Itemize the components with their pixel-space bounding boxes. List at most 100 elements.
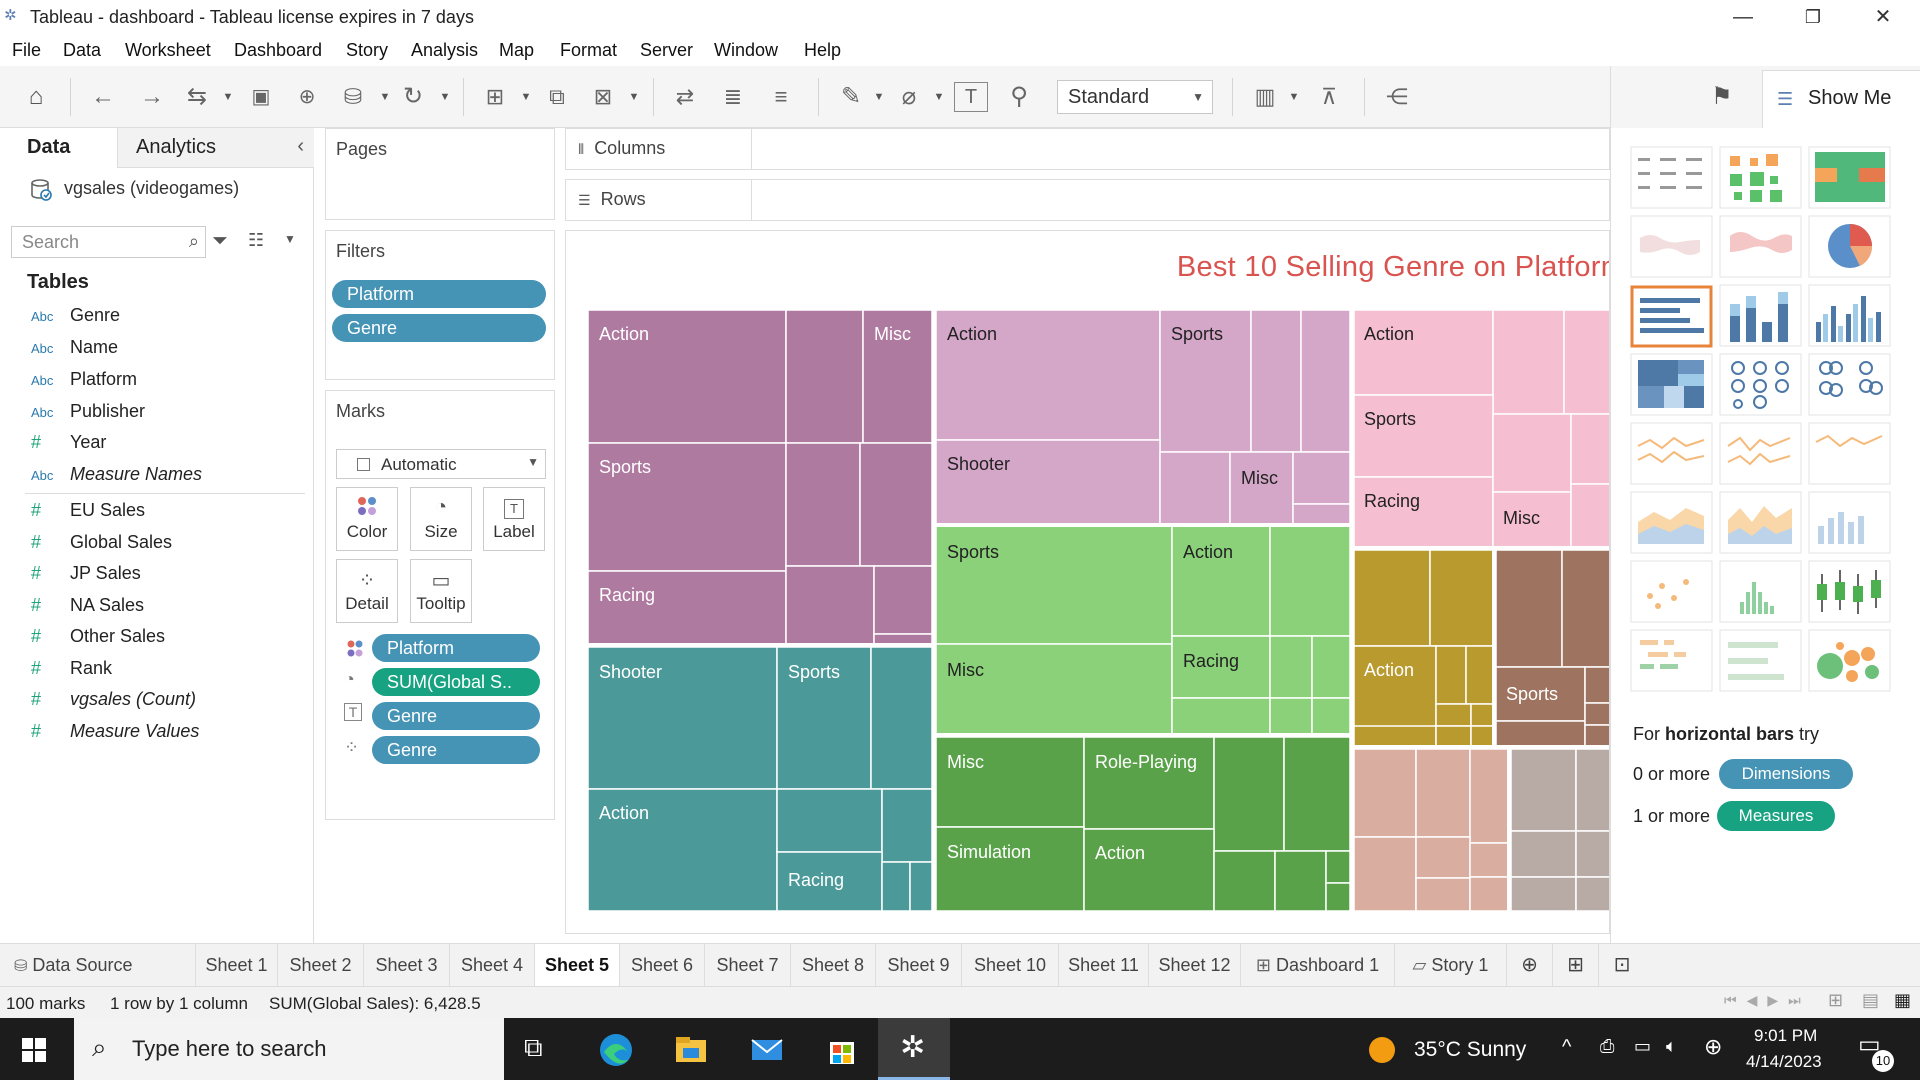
mail-icon[interactable] [749,1032,785,1068]
highlight-icon[interactable]: ✎ [834,80,868,114]
field-global-sales[interactable]: # Global Sales [0,530,300,556]
chart-highlight-table[interactable] [1808,146,1891,209]
chart-gantt[interactable] [1630,629,1713,692]
rows-shelf[interactable]: ☰ Rows [565,179,1610,221]
field-eu-sales[interactable]: # EU Sales [0,498,300,524]
sort-ascending-icon[interactable]: ≣ [716,80,750,114]
tab-dashboard-1[interactable]: ⊞ Dashboard 1 [1241,944,1395,987]
field-vgsales-count[interactable]: # vgsales (Count) [0,687,300,713]
chart-filled-map[interactable] [1719,215,1802,278]
chart-stacked-bars[interactable] [1719,284,1802,347]
field-na-sales[interactable]: # NA Sales [0,593,300,619]
viz-canvas[interactable]: Best 10 Selling Genre on Platform Action… [565,230,1610,934]
size-button[interactable]: ◔ Size [410,487,472,551]
tableau-taskbar-button[interactable]: ✲ [878,1018,950,1080]
edge-browser-icon[interactable] [598,1032,634,1068]
menu-window[interactable]: Window [714,40,778,61]
weather-sun-icon[interactable] [1368,1036,1396,1064]
highlight-dropdown-icon[interactable]: ▼ [872,80,886,114]
share-icon[interactable]: ⋲ [1380,80,1414,114]
chart-type-gallery[interactable] [1630,146,1912,696]
chart-circle-views[interactable] [1719,353,1802,416]
tabs-view-icon[interactable]: ▦ [1894,990,1911,1011]
tab-sheet-11[interactable]: Sheet 11 [1059,944,1149,987]
marks-pill-genre-detail[interactable]: Genre [372,736,540,764]
chevron-up-icon[interactable]: ^ [1562,1036,1571,1059]
home-icon[interactable]: ⌂ [19,80,53,114]
chart-horizontal-bars[interactable] [1630,285,1713,348]
restore-icon[interactable]: ❐ [1790,2,1836,32]
datasource-name[interactable]: vgsales (videogames) [64,178,239,199]
minimize-icon[interactable]: — [1720,2,1766,32]
tab-story-1[interactable]: ▱ Story 1 [1395,944,1507,987]
menu-data[interactable]: Data [63,40,101,61]
menu-story[interactable]: Story [346,40,388,61]
filter-pill-genre[interactable]: Genre [332,314,546,342]
chart-side-by-side-bars[interactable] [1808,284,1891,347]
taskbar-search-input[interactable]: ⌕ Type here to search [74,1018,504,1080]
tooltip-button[interactable]: ▭ Tooltip [410,559,472,623]
redo-icon[interactable]: → [135,80,169,114]
menu-analysis[interactable]: Analysis [411,40,478,61]
view-dropdown-icon[interactable]: ▼ [284,232,296,246]
chart-treemap[interactable] [1630,353,1713,416]
group-dropdown-icon[interactable]: ▼ [932,80,946,114]
sort-descending-icon[interactable]: ≡ [764,80,798,114]
pages-card[interactable]: Pages [325,128,555,220]
swap-icon[interactable]: ⇄ [668,80,702,114]
menu-help[interactable]: Help [804,40,841,61]
format-painter-icon[interactable]: ⚑ [1711,82,1733,111]
collapse-pane-icon[interactable]: ‹ [297,135,304,158]
refresh-icon[interactable]: ↻ [396,80,430,114]
treemap-group-olive[interactable] [1353,549,1494,747]
mark-type-select[interactable]: Automatic ▼ [336,449,546,479]
chart-bullet[interactable] [1719,629,1802,692]
marks-pill-genre-label[interactable]: Genre [372,702,540,730]
refresh-dropdown-icon[interactable]: ▼ [438,80,452,114]
tab-sheet-12[interactable]: Sheet 12 [1149,944,1241,987]
chart-dual-combination[interactable] [1808,491,1891,554]
chart-symbol-map[interactable] [1630,215,1713,278]
clear-dropdown-icon[interactable]: ▼ [627,80,641,114]
group-icon[interactable]: ⌀ [892,80,926,114]
field-name[interactable]: Abc Name [0,335,300,361]
field-genre[interactable]: Abc Genre [0,303,300,329]
show-me-tab[interactable]: ☰ Show Me [1762,70,1920,128]
tab-analytics[interactable]: Analytics ‹ [117,128,314,168]
marks-pill-platform[interactable]: Platform [372,634,540,662]
treemap-group-rose[interactable] [1353,748,1509,912]
chart-box-whisker[interactable] [1808,560,1891,623]
tab-sheet-10[interactable]: Sheet 10 [962,944,1059,987]
weather-text[interactable]: 35°C Sunny [1414,1038,1526,1062]
field-rank[interactable]: # Rank [0,656,300,682]
presentation-mode-icon[interactable]: ⊼ [1312,80,1346,114]
treemap-group-grey[interactable] [1510,748,1610,912]
marks-pill-global-sales[interactable]: SUM(Global S.. [372,668,540,696]
color-button[interactable]: Color [336,487,398,551]
chart-area-discrete[interactable] [1719,491,1802,554]
new-datasource-icon[interactable]: ⊕ [290,80,324,114]
new-worksheet-tab-icon[interactable]: ⊕ [1507,944,1553,987]
menu-format[interactable]: Format [560,40,617,61]
view-list-icon[interactable]: ☷ [248,230,264,251]
label-button[interactable]: T Label [483,487,545,551]
replay-dropdown-icon[interactable]: ▼ [221,80,235,114]
close-icon[interactable]: ✕ [1860,2,1906,32]
tab-data-source[interactable]: ⛁ Data Source [0,944,196,987]
meet-now-icon[interactable]: ⎙ [1600,1036,1614,1057]
filmstrip-icon[interactable]: ▤ [1862,990,1879,1011]
tab-sheet-9[interactable]: Sheet 9 [876,944,962,987]
undo-icon[interactable]: ← [86,80,120,114]
treemap-group-lavender[interactable] [935,309,1351,526]
new-worksheet-dropdown-icon[interactable]: ▼ [519,80,533,114]
replay-icon[interactable]: ⇆ [180,80,214,114]
chart-heat-map[interactable] [1719,146,1802,209]
field-search-input[interactable]: Search ⌕ [11,226,206,258]
chart-discrete-lines[interactable] [1719,422,1802,485]
chart-packed-bubbles[interactable] [1808,629,1891,692]
clear-sheet-icon[interactable]: ⊠ [586,80,620,114]
detail-button[interactable]: ⁘ Detail [336,559,398,623]
chart-pie[interactable] [1808,215,1891,278]
fit-select[interactable]: Standard ▼ [1057,80,1213,114]
duplicate-icon[interactable]: ⧉ [540,80,574,114]
